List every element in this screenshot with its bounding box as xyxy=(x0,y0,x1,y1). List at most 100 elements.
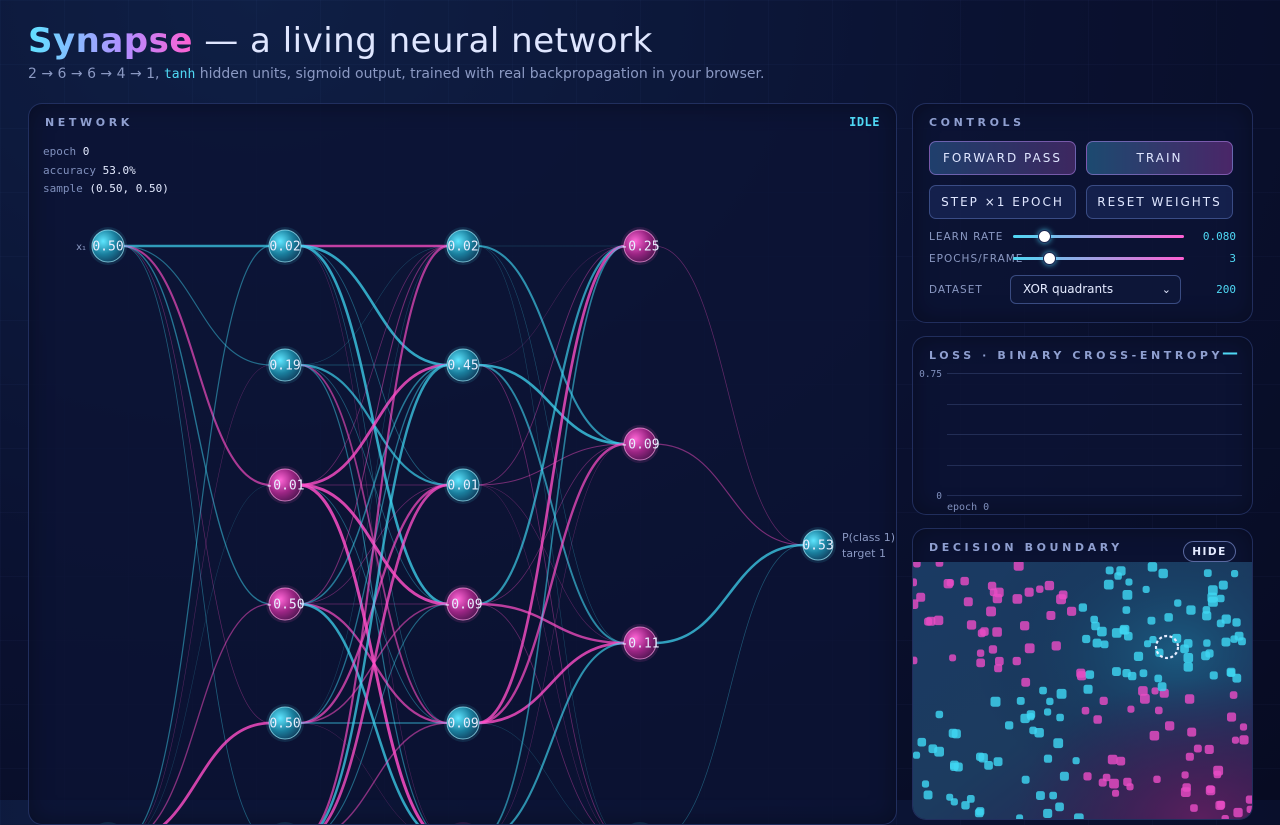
output-label: P(class 1) xyxy=(842,531,895,544)
epochs-per-frame-knob[interactable] xyxy=(1042,252,1056,265)
subtitle-keyword: tanh xyxy=(163,67,196,82)
connection xyxy=(298,245,450,366)
decision-boundary-plot xyxy=(913,562,1252,819)
hidden-neuron[interactable]: 0.09 xyxy=(444,704,482,742)
data-point xyxy=(913,578,917,587)
hidden-neuron[interactable]: 0.12 xyxy=(266,822,304,824)
hidden-neuron[interactable]: -0.09 xyxy=(620,425,660,463)
data-point xyxy=(1184,694,1195,704)
epochs-per-frame-slider[interactable] xyxy=(1013,252,1184,265)
subtitle-post: hidden units, sigmoid output, trained wi… xyxy=(195,66,765,82)
data-point xyxy=(1203,569,1212,577)
data-point xyxy=(960,576,969,586)
hide-button[interactable]: HIDE xyxy=(1183,541,1236,562)
data-point xyxy=(1082,634,1091,644)
data-point xyxy=(1059,771,1069,781)
data-point xyxy=(1158,568,1168,579)
input-neuron[interactable]: 0.50 xyxy=(89,227,127,265)
hidden-neuron[interactable]: 0.02 xyxy=(444,227,482,265)
data-point xyxy=(1102,773,1111,782)
data-point xyxy=(1012,656,1021,666)
data-point xyxy=(1227,712,1237,722)
data-point xyxy=(1044,580,1055,591)
data-point xyxy=(1209,671,1218,680)
neuron-glow xyxy=(454,822,472,824)
data-point xyxy=(924,617,933,626)
train-button[interactable]: TRAIN xyxy=(1086,141,1233,175)
connection xyxy=(653,443,805,546)
data-point xyxy=(1138,686,1148,696)
data-point xyxy=(1119,624,1130,635)
data-point xyxy=(1157,682,1167,692)
controls-panel: CONTROLS FORWARD PASS TRAIN STEP ×1 EPOC… xyxy=(912,103,1253,323)
data-point xyxy=(994,587,1004,598)
connection xyxy=(141,245,272,824)
data-point xyxy=(986,606,996,617)
step-epoch-button[interactable]: STEP ×1 EPOCH xyxy=(929,185,1076,219)
sample-value: (0.50, 0.50) xyxy=(89,182,169,195)
accuracy-label: accuracy xyxy=(43,163,96,177)
data-point xyxy=(1147,562,1158,572)
hidden-neuron[interactable]: 0.01 xyxy=(444,466,482,504)
hidden-neuron[interactable]: -0.11 xyxy=(620,624,660,662)
data-point xyxy=(1133,651,1144,661)
forward-pass-button[interactable]: FORWARD PASS xyxy=(929,141,1076,175)
data-point xyxy=(1174,599,1182,607)
connection xyxy=(320,363,450,824)
loss-panel: LOSS · BINARY CROSS-ENTROPY — 0.75 0 epo… xyxy=(912,336,1253,515)
data-point xyxy=(1205,649,1214,658)
hidden-neuron[interactable]: 0.02 xyxy=(266,227,304,265)
data-point xyxy=(1044,708,1052,716)
hidden-neuron[interactable]: -0.25 xyxy=(620,227,660,265)
data-point xyxy=(1090,615,1098,624)
data-point xyxy=(1202,606,1211,614)
data-point xyxy=(1012,594,1023,604)
input-neuron[interactable]: 0.50 xyxy=(89,822,127,824)
sample-stat: sample (0.50, 0.50) xyxy=(43,180,169,199)
neuron-value: 0.09 xyxy=(447,717,478,732)
data-point xyxy=(913,751,921,759)
learn-rate-label: LEARN RATE xyxy=(929,231,1004,243)
data-point xyxy=(1151,687,1159,695)
data-point xyxy=(1215,800,1225,810)
data-point xyxy=(1226,667,1236,677)
data-point xyxy=(913,656,918,665)
connection xyxy=(147,484,272,824)
hidden-neuron[interactable]: -0.09 xyxy=(443,585,483,623)
data-point xyxy=(963,597,973,607)
epoch-label: epoch xyxy=(43,145,77,158)
hidden-neuron[interactable]: 0.19 xyxy=(266,346,304,384)
data-point xyxy=(1155,706,1163,715)
hidden-neuron[interactable]: 0.20 xyxy=(621,822,659,824)
neuron-value: 0.50 xyxy=(269,717,300,732)
hidden-neuron[interactable]: 0.50 xyxy=(266,704,304,742)
hidden-neuron[interactable]: -0.01 xyxy=(265,466,305,504)
reset-weights-button[interactable]: RESET WEIGHTS xyxy=(1086,185,1233,219)
data-point xyxy=(1067,606,1077,616)
data-point xyxy=(1246,805,1252,813)
data-point xyxy=(1053,738,1064,749)
subtitle-pre: 2 → 6 → 6 → 4 → 1, xyxy=(28,66,164,82)
neuron-value: -0.50 xyxy=(265,598,304,613)
data-point xyxy=(1172,633,1182,644)
hidden-neuron[interactable]: 0.45 xyxy=(444,346,482,384)
hidden-neuron[interactable]: -0.50 xyxy=(265,585,305,623)
hidden-neuron[interactable]: -0.30 xyxy=(443,822,482,824)
data-point xyxy=(1142,585,1150,593)
connection xyxy=(476,363,627,446)
dataset-select[interactable]: XOR quadrants ⌄ xyxy=(1010,275,1181,304)
data-point xyxy=(1190,804,1198,812)
data-point xyxy=(1013,562,1024,571)
data-point xyxy=(1187,727,1197,737)
data-point xyxy=(1107,754,1118,765)
learn-rate-knob[interactable] xyxy=(1037,230,1051,243)
learn-rate-slider[interactable] xyxy=(1013,230,1184,243)
neuron-value: 0.02 xyxy=(447,240,478,255)
neuron-value: 0.53 xyxy=(802,539,833,554)
output-neuron[interactable]: 0.53 xyxy=(800,527,836,563)
data-point xyxy=(1149,730,1160,741)
data-point xyxy=(1083,772,1092,781)
neuron-value: 0.01 xyxy=(447,479,478,494)
neuron-value: -0.11 xyxy=(620,637,659,652)
data-point xyxy=(913,562,921,568)
